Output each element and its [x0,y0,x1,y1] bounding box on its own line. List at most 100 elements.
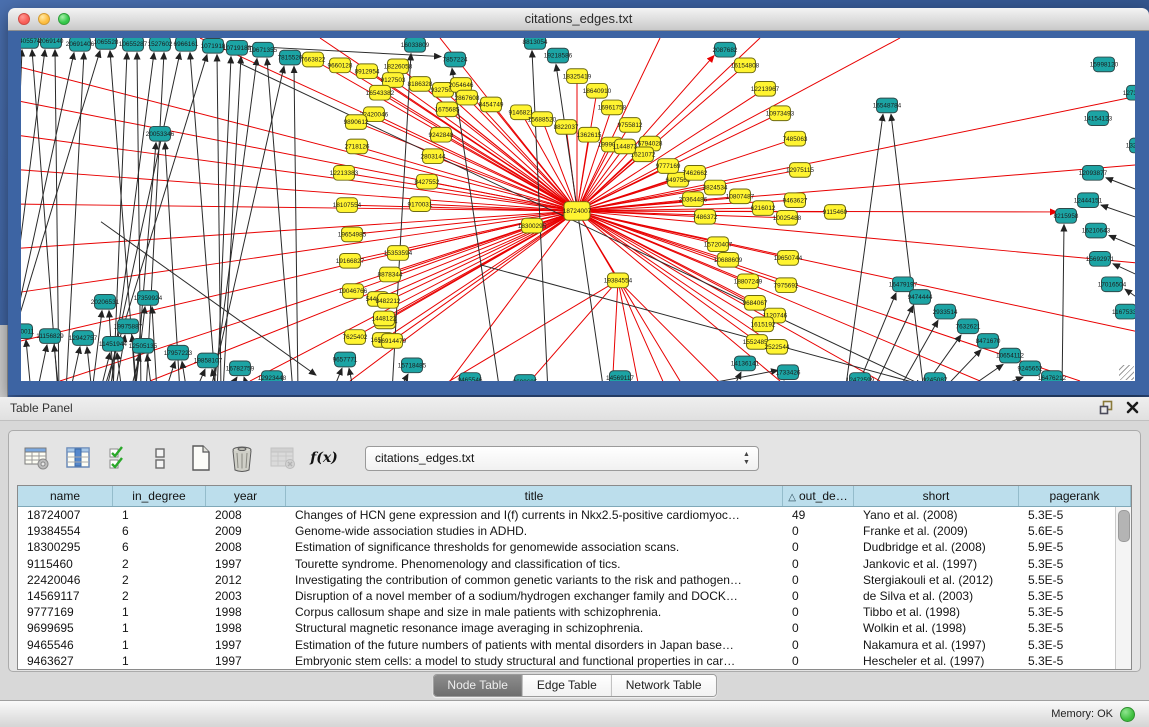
graph-node[interactable]: 7663822 [301,52,326,67]
show-column-button[interactable] [64,443,92,473]
graph-node[interactable]: 15692971 [1086,252,1115,267]
graph-node[interactable]: 8186328 [408,77,433,92]
graph-node[interactable]: 14569117 [606,371,634,381]
graph-node[interactable]: 8912954 [355,64,380,79]
graph-node[interactable]: 9463627 [783,193,808,208]
graph-node[interactable]: 10655287 [119,38,148,51]
graph-node[interactable]: 19218586 [544,48,573,63]
graph-node[interactable]: 20364486 [679,192,708,207]
graph-node[interactable]: 2087682 [713,42,738,57]
graph-node[interactable]: 12093877 [1079,166,1108,181]
graph-node[interactable]: 9115460 [823,205,848,220]
graph-node[interactable]: 17957223 [164,345,193,360]
table-row[interactable]: 946554611997Estimation of the future num… [18,637,1131,653]
tab-edge-table[interactable]: Edge Table [522,675,611,696]
graph-node[interactable]: 12213967 [751,81,780,96]
column-header[interactable]: name [18,486,113,506]
column-header[interactable]: short [854,486,1019,506]
graph-node[interactable]: 15353594 [384,246,413,261]
graph-node[interactable]: 6966161 [174,38,199,51]
graph-node[interactable]: 10719188 [223,40,252,55]
graph-node[interactable]: 7857224 [443,52,468,67]
graph-node[interactable]: 8813054 [523,38,548,49]
graph-node[interactable]: 8215958 [1054,209,1079,224]
table-row[interactable]: 1456911722003Disruption of a novel membe… [18,588,1131,604]
graph-node[interactable]: 20691406 [66,38,95,51]
graph-node[interactable]: 7462662 [683,166,708,181]
graph-node[interactable]: 15718485 [398,358,427,373]
close-window-button[interactable] [18,13,30,25]
graph-node[interactable]: 7625402 [343,330,368,345]
graph-node[interactable]: 7815520 [278,50,303,65]
graph-node[interactable]: 20206531 [91,295,120,310]
column-header[interactable]: △out_de… [783,486,854,506]
graph-node[interactable]: 7632621 [956,319,981,334]
graph-node[interactable]: 9755812 [618,118,643,133]
graph-node[interactable]: 12472599 [846,373,875,381]
graph-node[interactable]: 18807249 [734,274,763,289]
graph-node[interactable]: 1448122 [372,311,397,326]
graph-node[interactable]: 3824534 [703,180,728,195]
graph-node[interactable]: 9660128 [328,58,353,73]
graph-node[interactable]: 19671355 [249,42,278,57]
window-titlebar[interactable]: citations_edges.txt [8,8,1149,31]
table-row[interactable]: 1830029562008Estimation of significance … [18,539,1131,555]
graph-node[interactable]: 1675685 [435,102,460,117]
graph-node[interactable]: 16033809 [401,38,430,52]
graph-node[interactable]: 6216012 [751,201,776,216]
graph-node[interactable]: 16961758 [598,100,627,115]
column-header[interactable]: title [286,486,783,506]
graph-node[interactable]: 12975115 [786,163,814,178]
graph-node[interactable]: 1733426 [776,365,801,380]
graph-node[interactable]: 9465546 [458,373,483,381]
table-row[interactable]: 1872400712008Changes of HCN gene express… [18,507,1131,523]
graph-node[interactable]: 1615192 [751,317,776,332]
graph-node[interactable]: 15688520 [528,112,557,127]
graph-node[interactable]: 12505135 [129,338,158,353]
graph-node[interactable]: 1362615 [577,127,602,142]
column-header[interactable]: year [206,486,286,506]
graph-node[interactable]: 8822037 [554,120,579,135]
graph-node[interactable]: 10688609 [714,252,743,267]
table-scrollbar-thumb[interactable] [1118,510,1130,542]
table-row[interactable]: 911546021997Tourette syndrome. Phenomeno… [18,556,1131,572]
graph-node[interactable]: 8878344 [378,267,403,282]
graph-node[interactable]: 9242848 [429,127,454,142]
graph-node[interactable]: 17359924 [134,291,163,306]
window-resize-grip[interactable] [1119,365,1134,380]
checkbox-list-button[interactable] [146,443,174,473]
graph-node[interactable]: 10025488 [773,210,802,225]
float-panel-icon[interactable] [1099,400,1114,415]
graph-node[interactable]: 18107554 [333,198,362,213]
zoom-window-button[interactable] [58,13,70,25]
graph-node[interactable]: 17016504 [1098,277,1127,292]
table-settings-button[interactable] [23,443,51,473]
graph-node[interactable]: 11156829 [36,329,64,344]
graph-node[interactable]: 18325419 [563,69,592,84]
graph-node[interactable]: 2803144 [421,149,446,164]
graph-node[interactable]: 9474444 [908,290,933,305]
graph-node[interactable]: 8454749 [479,97,504,112]
column-header[interactable]: pagerank [1019,486,1131,506]
graph-node[interactable]: 2867608 [455,90,480,105]
graph-node[interactable]: 9245652 [1018,361,1043,376]
graph-node[interactable]: 16914479 [378,334,407,349]
minimize-window-button[interactable] [38,13,50,25]
graph-node[interactable]: 19166827 [336,253,365,268]
graph-node[interactable]: 12444151 [1074,193,1103,208]
table-scrollbar[interactable] [1115,507,1131,669]
graph-node[interactable]: 9890612 [344,115,369,130]
graph-node[interactable]: 9777169 [656,159,681,174]
graph-node[interactable]: 13254190 [1126,138,1135,153]
graph-node[interactable]: 12734412 [1123,85,1135,100]
graph-node[interactable]: 15720407 [704,237,733,252]
graph-node[interactable]: 19384554 [604,273,633,288]
graph-node[interactable]: 18226058 [384,59,413,74]
table-row[interactable]: 2242004622012Investigating the contribut… [18,572,1131,588]
table-row[interactable]: 969969511998Structural magnetic resonanc… [18,620,1131,636]
graph-node[interactable]: 12942757 [69,331,98,346]
graph-node[interactable]: 19654985 [338,227,367,242]
graph-node[interactable]: 7975692 [774,278,799,293]
graph-node[interactable]: 16543382 [366,85,395,100]
graph-node[interactable]: 11451944 [99,337,127,352]
